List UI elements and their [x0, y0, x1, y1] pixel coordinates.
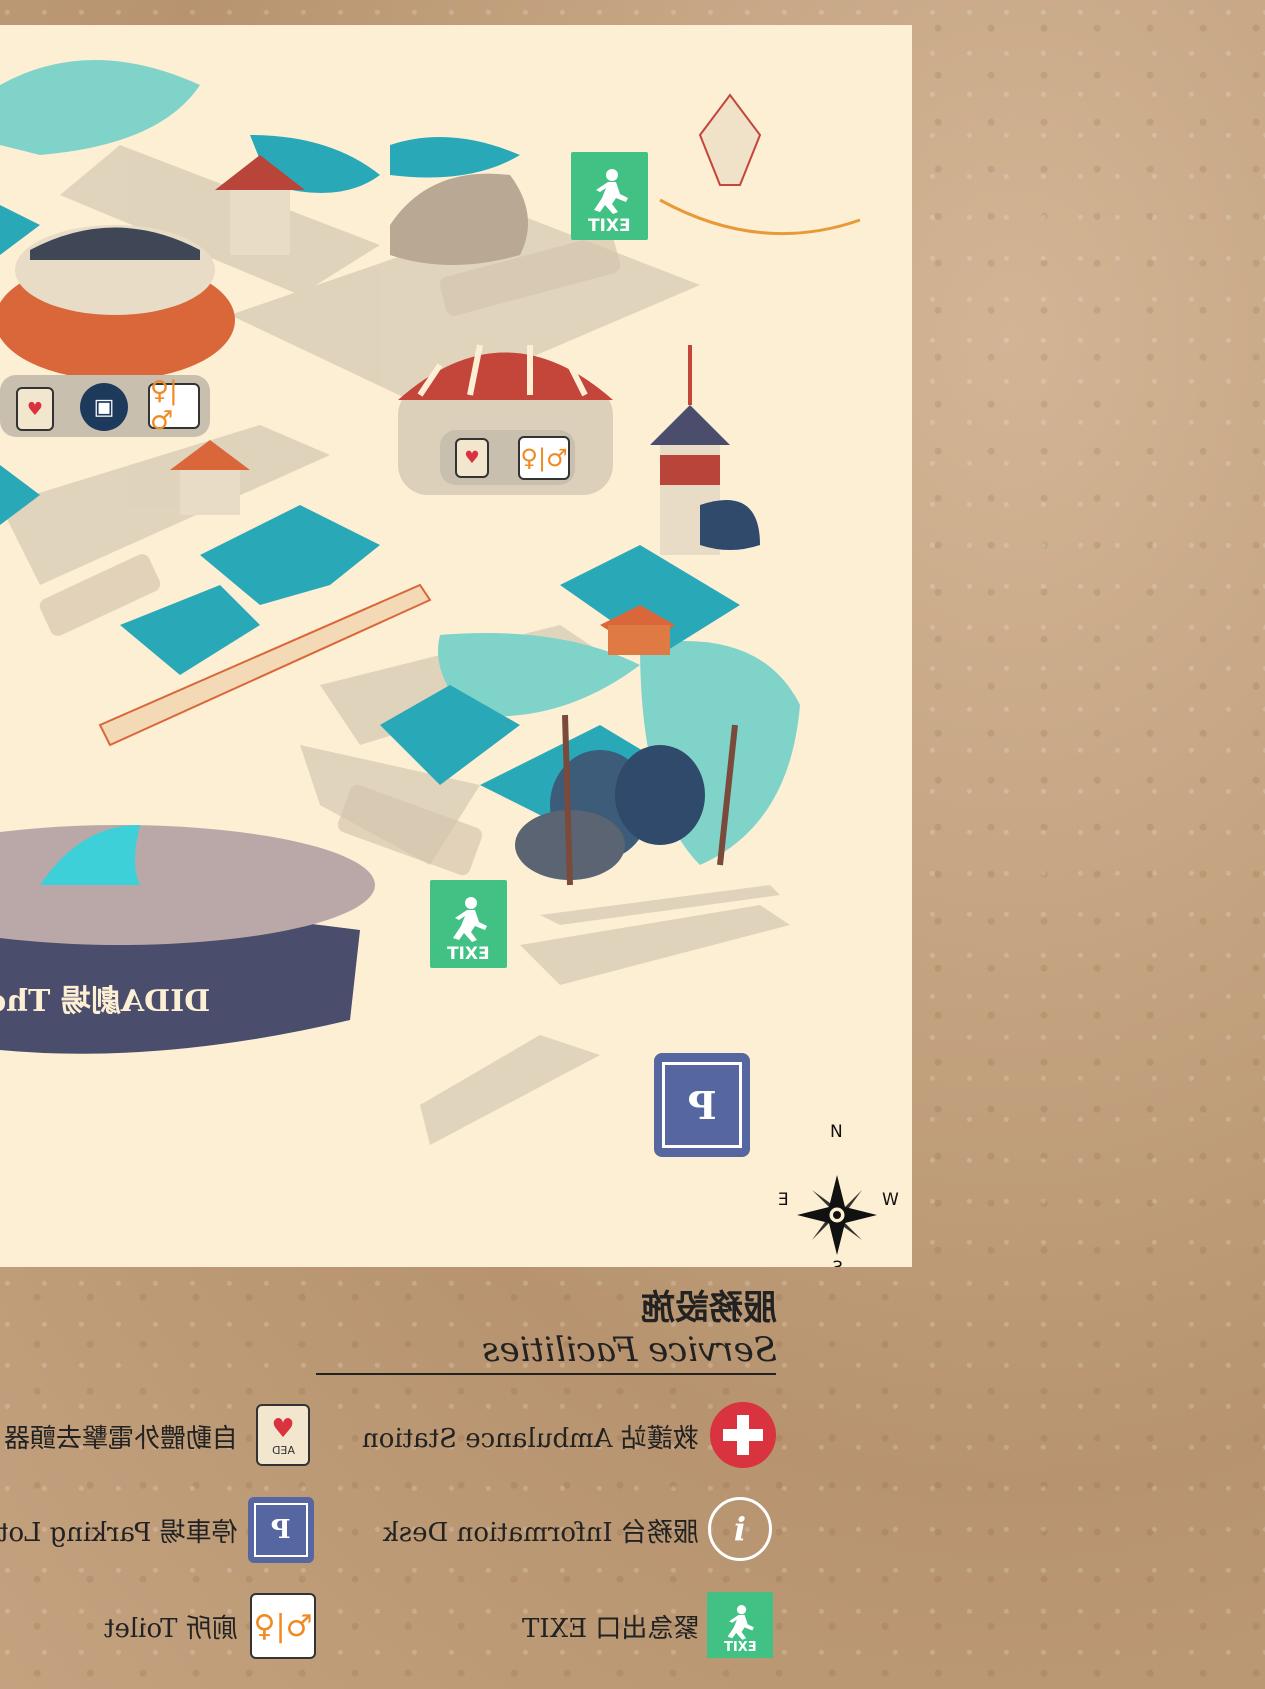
aed-icon: ♥ AED	[256, 1404, 310, 1466]
map-illustration	[0, 60, 877, 1255]
aed-icon[interactable]: ♥	[455, 438, 489, 478]
exit-marker[interactable]: EXIT	[430, 880, 507, 968]
parking-text: P	[687, 1082, 717, 1128]
arena-building	[0, 225, 235, 380]
parking-icon: P	[248, 1497, 314, 1563]
legend-divider	[316, 1373, 776, 1375]
toilet-icon[interactable]: ♀|♂	[148, 376, 200, 436]
compass-north: N	[830, 1122, 843, 1142]
parking-marker[interactable]: P	[654, 1053, 750, 1157]
exit-text: EXIT	[447, 944, 490, 964]
exit-icon	[593, 169, 628, 214]
exit-icon	[452, 897, 487, 942]
watch-tower	[650, 345, 760, 555]
shopping-bag-icon[interactable]: ▣	[80, 383, 128, 431]
legend-title-zh: 服務設施	[641, 1288, 777, 1328]
info-icon: i	[708, 1497, 772, 1561]
first-aid-cross-icon	[710, 1402, 776, 1468]
aed-icon[interactable]: ♥	[16, 387, 54, 431]
exit-icon: EXIT	[707, 1592, 773, 1658]
toilet-icon: ♀|♂	[250, 1593, 316, 1659]
compass-rose-icon	[797, 1175, 877, 1255]
legend-item-exit: 緊急出口 EXIT	[521, 1614, 699, 1644]
rock-landmark	[390, 173, 528, 265]
toilet-icon[interactable]: ♀|♂	[518, 436, 570, 480]
legend-item-information-desk: 服務台 Information Desk	[383, 1518, 699, 1548]
legend-item-aed: 自動體外電擊去顫器	[3, 1424, 238, 1454]
ship-landmark	[659, 93, 861, 236]
exit-text: EXIT	[588, 216, 631, 236]
compass-south: S	[832, 1258, 843, 1267]
theatre-label: DIDA劇場 Theatre	[0, 983, 210, 1019]
exit-marker[interactable]: EXIT	[571, 152, 648, 240]
legend-item-ambulance: 救護站 Ambulance Station	[362, 1424, 699, 1454]
legend-title-en: Service Facilities	[481, 1330, 777, 1370]
legend-item-parking: 停車場 Parking Lot	[0, 1518, 238, 1548]
venue-map[interactable]: ♥ ▣ ♀|♂ ♥ ♀|♂ EXIT EXIT P DIDA劇場 Theatre…	[0, 25, 912, 1267]
compass-east: E	[778, 1190, 789, 1210]
legend-item-toilet: 廁所 Toilet	[104, 1614, 238, 1644]
compass-west: W	[882, 1190, 899, 1210]
